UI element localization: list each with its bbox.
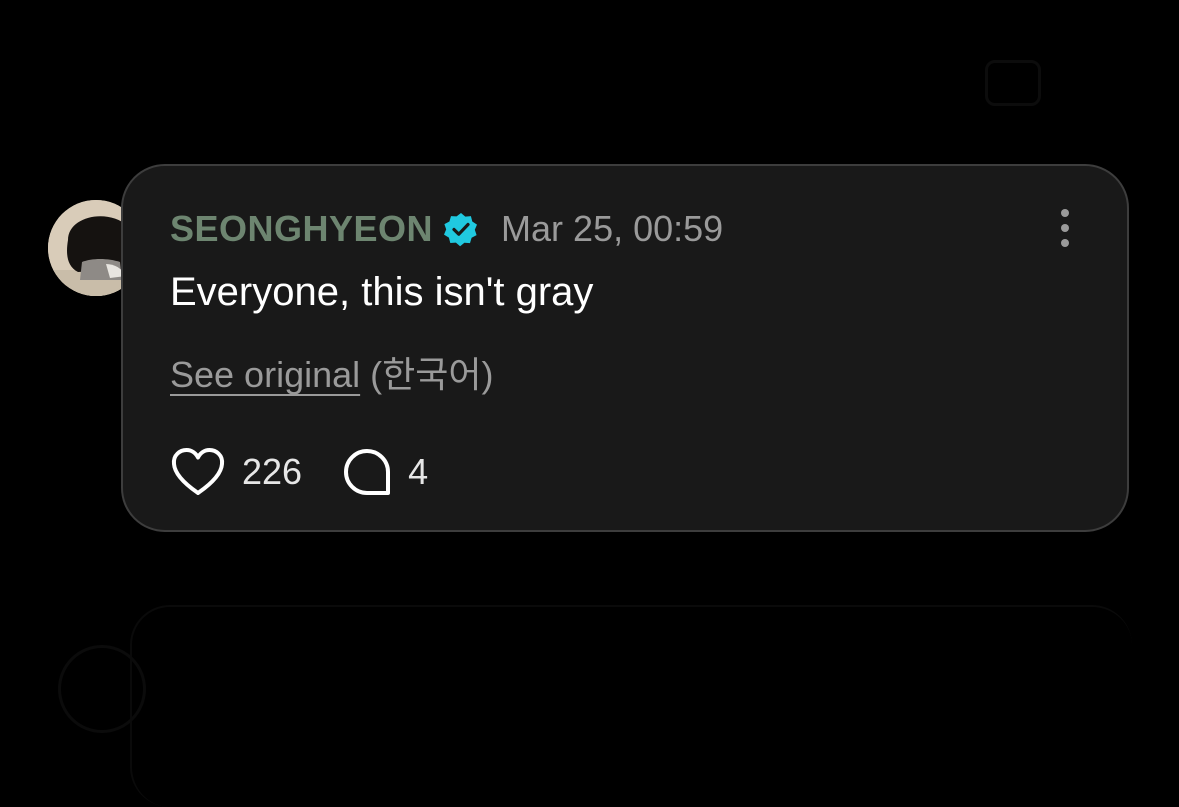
more-vertical-icon [1061, 209, 1069, 217]
original-language-label: (한국어) [370, 354, 494, 395]
background-avatar-ghost [58, 645, 146, 733]
verified-badge-icon [443, 211, 479, 247]
heart-icon [170, 447, 226, 497]
translation-notice: See original (한국어) [170, 346, 493, 398]
comment-actions: 226 4 [170, 444, 428, 500]
reply-button[interactable]: 4 [342, 447, 428, 497]
see-original-link[interactable]: See original [170, 354, 360, 395]
more-options-button[interactable] [1051, 206, 1079, 250]
speech-bubble-icon [342, 447, 392, 497]
comment-header: SEONGHYEON Mar 25, 00:59 [170, 204, 723, 254]
username[interactable]: SEONGHYEON [170, 208, 433, 250]
like-count: 226 [242, 451, 303, 492]
background-icon-ghost [985, 60, 1041, 106]
more-dot [1061, 239, 1069, 247]
comment-card: SEONGHYEON Mar 25, 00:59 Everyone, this … [121, 164, 1129, 532]
reply-count: 4 [408, 451, 429, 492]
comment-timestamp: Mar 25, 00:59 [501, 208, 724, 249]
background-card-ghost [130, 605, 1132, 807]
like-button[interactable]: 226 [170, 447, 302, 497]
more-dot [1061, 224, 1069, 232]
comment-text: Everyone, this isn't gray [170, 270, 594, 314]
